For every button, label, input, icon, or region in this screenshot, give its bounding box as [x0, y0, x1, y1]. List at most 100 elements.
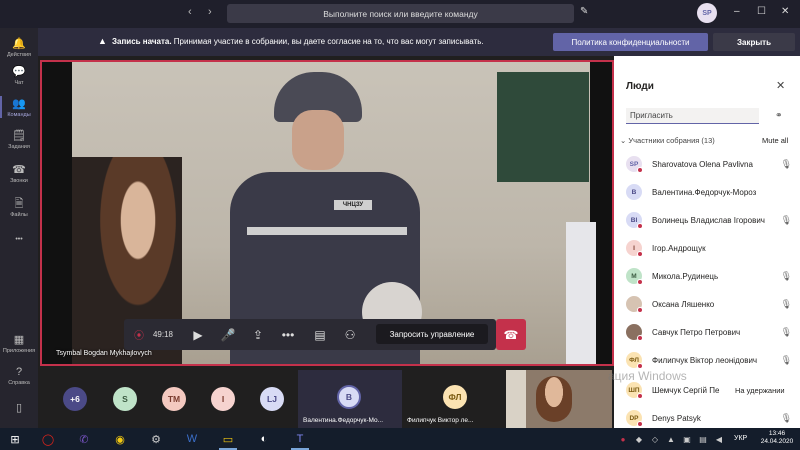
on-hold-label: На удержании: [735, 386, 785, 395]
invite-input[interactable]: Пригласить: [626, 108, 759, 124]
rail-files[interactable]: 🗎 Файлы: [0, 198, 38, 218]
close-banner-button[interactable]: Закрыть: [713, 33, 795, 51]
participant-row[interactable]: DP Denys Patsyk 🎙: [626, 408, 792, 428]
back-button[interactable]: ‹: [188, 6, 192, 18]
participant-avatar[interactable]: ФЛ: [443, 385, 467, 409]
rail-assignments[interactable]: 🗒 Задания: [0, 130, 38, 150]
minimize-button[interactable]: –: [734, 6, 740, 17]
rail-label: Приложения: [2, 348, 36, 354]
avatar: DP: [626, 410, 643, 427]
participant-avatar[interactable]: LJ: [260, 387, 284, 411]
chrome-taskbar-icon[interactable]: ◉: [108, 428, 132, 450]
rail-calls[interactable]: ☎ Звонки: [0, 164, 38, 184]
teams-icon: 👥: [12, 98, 26, 110]
close-window-button[interactable]: ✕: [781, 6, 789, 17]
participant-name: Волинець Владислав Ігорович: [652, 215, 765, 225]
hang-up-button[interactable]: ☎: [496, 319, 526, 350]
camera-person: [536, 376, 572, 422]
explorer-taskbar-icon[interactable]: ▭: [216, 428, 240, 450]
tray-icon[interactable]: ◆: [632, 428, 646, 450]
phone-icon: ☎: [12, 164, 26, 176]
rail-help[interactable]: ? Справка: [0, 366, 38, 386]
app-taskbar-icon[interactable]: ◐: [252, 428, 276, 450]
rail-teams[interactable]: 👥 Команды: [0, 96, 38, 118]
start-button[interactable]: ⊞: [2, 428, 28, 450]
self-camera-tile[interactable]: [506, 370, 612, 428]
avatar: BI: [626, 212, 643, 229]
participant-row[interactable]: ФЛ Филипчук Віктор леонідович 🎙: [626, 350, 792, 370]
participants-button[interactable]: ⚇: [336, 319, 364, 350]
language-indicator[interactable]: УКР: [734, 435, 747, 442]
participant-row[interactable]: Савчук Петро Петрович 🎙: [626, 322, 792, 342]
rail-apps[interactable]: ▦ Приложения: [0, 334, 38, 354]
close-panel-button[interactable]: ✕: [776, 79, 785, 92]
participant-row[interactable]: I Ігор.Андрощук: [626, 238, 792, 258]
participant-row[interactable]: SP Sharovatova Olena Pavlivna 🎙: [626, 154, 792, 174]
participant-row[interactable]: BI Волинець Владислав Ігорович 🎙: [626, 210, 792, 230]
mic-off-icon: 🎙: [780, 158, 792, 169]
network-icon[interactable]: ▤: [696, 428, 710, 450]
app-rail: 🔔 Действия 💬 Чат 👥 Команды 🗒 Задания ☎ Звонки…: [0, 28, 38, 428]
rail-activity[interactable]: 🔔 Действия: [0, 38, 38, 58]
share-screen-button[interactable]: ⇪: [244, 319, 272, 350]
tray-icon[interactable]: ●: [616, 428, 630, 450]
call-timer: 49:18: [152, 330, 174, 339]
app-taskbar-icon[interactable]: ⚙: [144, 428, 168, 450]
mic-off-icon: 🎙: [780, 214, 792, 225]
participant-avatar[interactable]: I: [211, 387, 235, 411]
participants-section-header[interactable]: ⌄ Участники собрания (13): [620, 136, 715, 145]
search-input[interactable]: Выполните поиск или введите команду: [227, 4, 574, 23]
viber-taskbar-icon[interactable]: ✆: [72, 428, 96, 450]
rail-label: Справка: [8, 380, 30, 386]
participant-avatar[interactable]: S: [113, 387, 137, 411]
rail-device[interactable]: ▯: [0, 402, 38, 416]
tray-icon[interactable]: ◇: [648, 428, 662, 450]
conversation-button[interactable]: ▤: [306, 319, 334, 350]
rail-label: Чат: [14, 80, 24, 86]
face: [292, 110, 344, 170]
recording-notice: Запись начата. Принимая участие в собран…: [112, 37, 484, 46]
mic-off-icon: 🎙: [780, 298, 792, 309]
participant-row[interactable]: ШП Шемчук Сергій Пе: [626, 380, 730, 400]
forward-button[interactable]: ›: [208, 6, 212, 18]
maximize-button[interactable]: ☐: [757, 6, 766, 17]
participant-row[interactable]: M Микола.Рудинець 🎙: [626, 266, 792, 286]
reflective-stripe: [247, 227, 407, 235]
new-chat-icon[interactable]: ✎: [580, 6, 588, 17]
participant-avatar: B: [337, 385, 361, 409]
request-control-button[interactable]: Запросить управление: [376, 324, 488, 344]
mic-off-icon: 🎙: [780, 354, 792, 365]
participant-row[interactable]: B Валентина.Федорчук-Мороз: [626, 182, 792, 202]
more-participants-avatar[interactable]: +6: [63, 387, 87, 411]
person-right: [566, 222, 596, 364]
assignments-icon: 🗒: [12, 130, 26, 142]
mic-button[interactable]: 🎤: [214, 319, 242, 350]
clock[interactable]: 13:46 24.04.2020: [758, 430, 796, 446]
video-speaker-name: Tsymbal Bogdan Mykhajlovych: [56, 350, 152, 357]
profile-avatar[interactable]: SP: [697, 3, 717, 23]
rail-more[interactable]: •••: [0, 234, 38, 248]
opera-taskbar-icon[interactable]: ◯: [36, 428, 60, 450]
recording-notice-text: Принимая участие в собрании, вы даете со…: [171, 37, 484, 46]
warning-icon: ▲: [98, 36, 107, 46]
avatar: ШП: [626, 382, 643, 399]
rail-label: Действия: [6, 52, 32, 58]
tray-icon[interactable]: ▲: [664, 428, 678, 450]
clock-time: 13:46: [768, 430, 786, 437]
tray-icon[interactable]: ▣: [680, 428, 694, 450]
share-invite-icon[interactable]: ⚭: [775, 110, 783, 121]
video-letterbox-left: [42, 62, 72, 364]
avatar: B: [626, 184, 642, 200]
participant-row[interactable]: Оксана Ляшенко 🎙: [626, 294, 792, 314]
mute-all-button[interactable]: Mute all: [762, 136, 788, 145]
word-taskbar-icon[interactable]: W: [180, 428, 204, 450]
camera-button[interactable]: ▶: [184, 319, 212, 350]
privacy-policy-button[interactable]: Политика конфиденциальности: [553, 33, 708, 51]
teams-taskbar-icon[interactable]: T: [288, 428, 312, 450]
participant-avatar[interactable]: TM: [162, 387, 186, 411]
windows-activation-watermark: ация Windows: [608, 369, 687, 383]
rail-chat[interactable]: 💬 Чат: [0, 66, 38, 86]
more-actions-button[interactable]: •••: [274, 319, 302, 350]
recording-notice-title: Запись начата.: [112, 37, 172, 46]
volume-icon[interactable]: ◀: [712, 428, 726, 450]
